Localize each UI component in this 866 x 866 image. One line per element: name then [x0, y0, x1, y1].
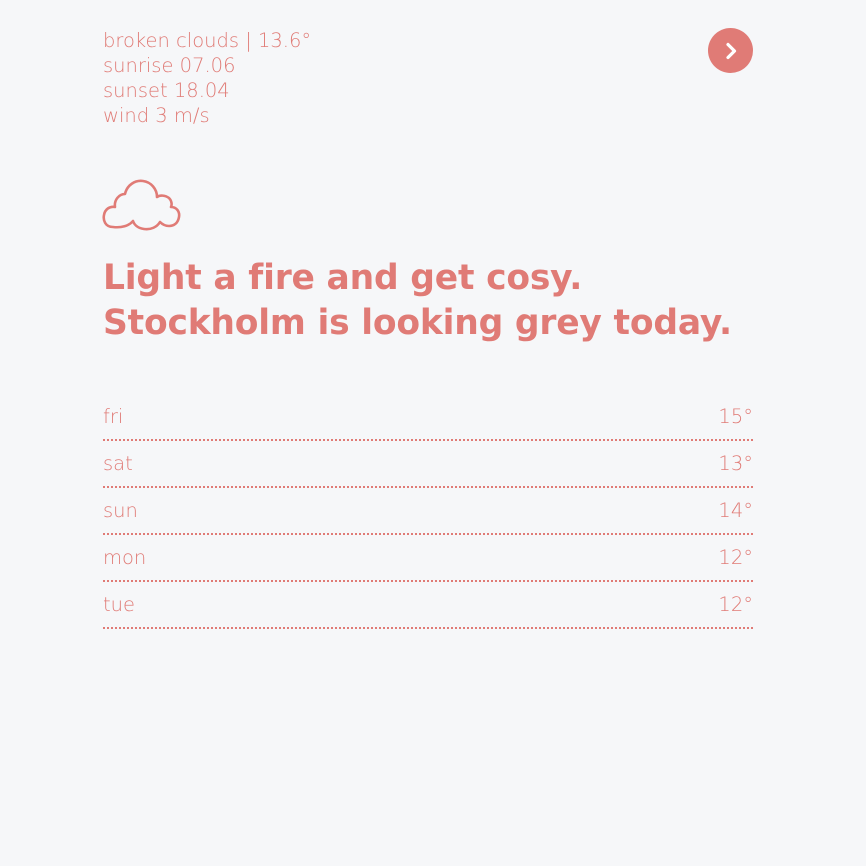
- forecast-day: mon: [103, 546, 147, 569]
- forecast-temp: 13°: [718, 452, 753, 475]
- forecast-row: sun 14°: [103, 488, 753, 535]
- forecast-temp: 14°: [718, 499, 753, 522]
- forecast-row: tue 12°: [103, 582, 753, 629]
- cloud-icon: [102, 178, 182, 232]
- next-button[interactable]: [708, 28, 753, 73]
- forecast-temp: 15°: [718, 405, 753, 428]
- forecast-day: sat: [103, 452, 133, 475]
- headline-line-2: Stockholm is looking grey today.: [103, 303, 732, 343]
- forecast-day: tue: [103, 593, 136, 616]
- headline-line-1: Light a fire and get cosy.: [103, 258, 583, 298]
- forecast-row: mon 12°: [103, 535, 753, 582]
- weather-headline: Light a fire and get cosy. Stockholm is …: [103, 256, 803, 346]
- forecast-temp: 12°: [718, 546, 753, 569]
- current-weather-info: broken clouds | 13.6° sunrise 07.06 suns…: [103, 28, 433, 128]
- sunset-text: sunset 18.04: [103, 79, 230, 102]
- wind-text: wind 3 m/s: [103, 104, 210, 127]
- forecast-temp: 12°: [718, 593, 753, 616]
- chevron-right-icon: [725, 42, 736, 59]
- sunrise-text: sunrise 07.06: [103, 54, 236, 77]
- forecast-list: fri 15° sat 13° sun 14° mon 12° tue 12°: [103, 394, 753, 629]
- forecast-day: fri: [103, 405, 124, 428]
- forecast-day: sun: [103, 499, 138, 522]
- forecast-row: fri 15°: [103, 394, 753, 441]
- forecast-row: sat 13°: [103, 441, 753, 488]
- weather-page: broken clouds | 13.6° sunrise 07.06 suns…: [0, 0, 866, 866]
- conditions-text: broken clouds | 13.6°: [103, 29, 312, 52]
